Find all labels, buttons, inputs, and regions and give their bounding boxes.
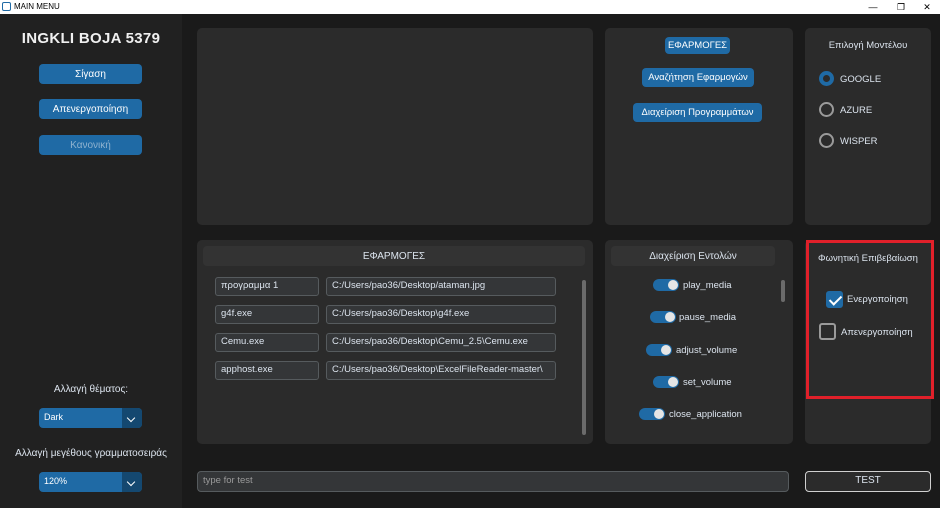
radio-google[interactable]	[819, 71, 834, 86]
minimize-icon[interactable]: —	[860, 0, 886, 14]
app-name-entry-1[interactable]: προγραμμα 1	[215, 277, 319, 296]
cmd-label-set-volume: set_volume	[683, 377, 732, 388]
cmd-label-play-media: play_media	[683, 280, 732, 291]
font-size-label: Αλλαγή μεγέθους γραμματοσειράς	[15, 448, 167, 459]
cmd-label-adjust-volume: adjust_volume	[676, 345, 738, 356]
maximize-icon[interactable]: ❐	[888, 0, 914, 14]
search-apps-button[interactable]: Αναζήτηση Εφαρμογών	[642, 68, 754, 87]
logo-title: INGKLI BOJA 5379	[21, 30, 161, 47]
font-size-dropdown[interactable]: 120%	[39, 472, 142, 492]
close-icon[interactable]: ✕	[914, 0, 940, 14]
mute-button[interactable]: Σίγαση	[39, 64, 142, 84]
theme-value: Dark	[44, 412, 64, 422]
commands-frame: Διαχείριση Εντολών play_media pause_medi…	[605, 240, 793, 444]
disable-button[interactable]: Απενεργοποίηση	[39, 99, 142, 119]
chevron-down-icon[interactable]	[122, 408, 142, 428]
apps-list-frame: ΕΦΑΡΜΟΓΕΣ προγραμμα 1 C:/Users/pao36/Des…	[197, 240, 593, 444]
app-path-entry-3[interactable]: C:/Users/pao36/Desktop\Cemu_2.5\Cemu.exe	[326, 333, 556, 352]
commands-header: Διαχείριση Εντολών	[611, 246, 775, 266]
app-icon	[2, 2, 11, 11]
model-frame: Επιλογή Μοντέλου GOOGLE AZURE WISPER	[805, 28, 931, 225]
apps-list-header: ΕΦΑΡΜΟΓΕΣ	[203, 246, 585, 266]
apps-list-scrollbar[interactable]	[582, 280, 586, 435]
app-path-entry-4[interactable]: C:/Users/pao36/Desktop\ExcelFileReader-m…	[326, 361, 556, 380]
test-input[interactable]: type for test	[197, 471, 789, 492]
app-path-entry-2[interactable]: C:/Users/pao36/Desktop\g4f.exe	[326, 305, 556, 324]
radio-google-label[interactable]: GOOGLE	[840, 74, 881, 85]
window-titlebar: MAIN MENU — ❐ ✕	[0, 0, 940, 14]
model-title: Επιλογή Μοντέλου	[828, 40, 908, 51]
app-path-entry-1[interactable]: C:/Users/pao36/Desktop/ataman.jpg	[326, 277, 556, 296]
font-size-value: 120%	[44, 476, 68, 486]
normal-button[interactable]: Κανονική	[39, 135, 142, 155]
window-title: MAIN MENU	[14, 2, 60, 11]
radio-azure-label[interactable]: AZURE	[840, 105, 872, 116]
toggle-adjust-volume[interactable]	[646, 344, 672, 356]
toggle-set-volume[interactable]	[653, 376, 679, 388]
toggle-pause-media[interactable]	[650, 311, 676, 323]
highlight-box	[806, 240, 934, 399]
apps-actions-frame: ΕΦΑΡΜΟΓΕΣ Αναζήτηση Εφαρμογών Διαχείριση…	[605, 28, 793, 225]
commands-scrollbar[interactable]	[781, 280, 785, 302]
chevron-down-icon[interactable]	[122, 472, 142, 492]
apps-label-button[interactable]: ΕΦΑΡΜΟΓΕΣ	[665, 37, 730, 54]
toggle-close-application[interactable]	[639, 408, 665, 420]
radio-wisper-label[interactable]: WISPER	[840, 136, 877, 147]
test-button[interactable]: TEST	[805, 471, 931, 492]
radio-azure[interactable]	[819, 102, 834, 117]
cmd-label-pause-media: pause_media	[679, 312, 737, 323]
radio-wisper[interactable]	[819, 133, 834, 148]
app-name-entry-2[interactable]: g4f.exe	[215, 305, 319, 324]
cmd-label-close-application: close_application	[669, 409, 742, 420]
display-frame	[197, 28, 593, 225]
sidebar: INGKLI BOJA 5379 Σίγαση Απενεργοποίηση Κ…	[0, 14, 182, 508]
theme-label: Αλλαγή θέματος:	[53, 384, 129, 395]
toggle-play-media[interactable]	[653, 279, 679, 291]
app-name-entry-3[interactable]: Cemu.exe	[215, 333, 319, 352]
app-name-entry-4[interactable]: apphost.exe	[215, 361, 319, 380]
manage-programs-button[interactable]: Διαχείριση Προγραμμάτων	[633, 103, 762, 122]
theme-dropdown[interactable]: Dark	[39, 408, 142, 428]
